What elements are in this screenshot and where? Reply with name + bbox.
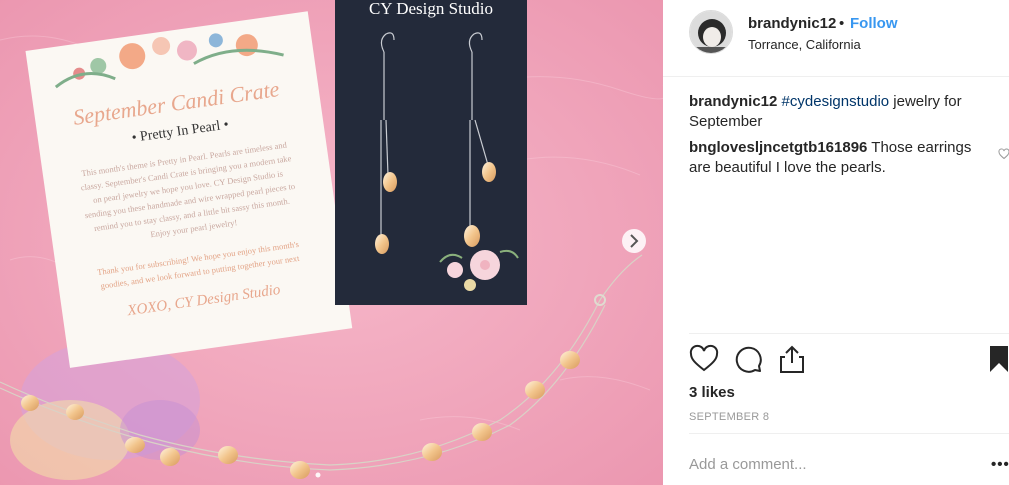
divider bbox=[689, 333, 1009, 334]
post-username[interactable]: brandynic12 bbox=[748, 15, 836, 32]
post-caption: brandynic12 #cydesignstudio jewelry for … bbox=[689, 92, 989, 132]
follow-button[interactable]: Follow bbox=[850, 15, 898, 32]
separator-dot: • bbox=[839, 15, 845, 32]
share-icon[interactable] bbox=[777, 344, 807, 374]
bookmark-icon[interactable] bbox=[987, 344, 1009, 374]
comment-icon[interactable] bbox=[733, 344, 763, 374]
more-options-button[interactable]: ••• bbox=[991, 456, 1009, 473]
post-photo[interactable]: September Candi Crate • Pretty In Pearl … bbox=[0, 0, 663, 485]
comment-item: bnglovesljncetgtb161896 Those earrings a… bbox=[689, 138, 989, 178]
like-icon[interactable] bbox=[689, 344, 719, 374]
add-comment-input[interactable]: Add a comment... bbox=[689, 456, 807, 473]
photo-canvas: September Candi Crate • Pretty In Pearl … bbox=[0, 0, 663, 485]
comment-like-icon[interactable] bbox=[998, 148, 1009, 160]
carousel-next-button[interactable] bbox=[622, 229, 646, 253]
avatar[interactable] bbox=[689, 10, 733, 54]
post-date[interactable]: SEPTEMBER 8 bbox=[689, 411, 769, 423]
avatar-image bbox=[690, 11, 732, 53]
post-sidebar: brandynic12 • Follow Torrance, Californi… bbox=[663, 0, 1009, 485]
comment-username[interactable]: bnglovesljncetgtb161896 bbox=[689, 139, 867, 156]
earring-card-title: CY Design Studio bbox=[369, 0, 493, 18]
caption-hashtag[interactable]: #cydesignstudio bbox=[782, 93, 890, 110]
divider bbox=[689, 433, 1009, 434]
carousel-indicator bbox=[315, 472, 321, 478]
post-location[interactable]: Torrance, California bbox=[748, 37, 861, 52]
likes-count[interactable]: 3 likes bbox=[689, 384, 735, 401]
caption-username[interactable]: brandynic12 bbox=[689, 93, 777, 110]
post-header: brandynic12 • Follow Torrance, Californi… bbox=[663, 0, 1009, 77]
